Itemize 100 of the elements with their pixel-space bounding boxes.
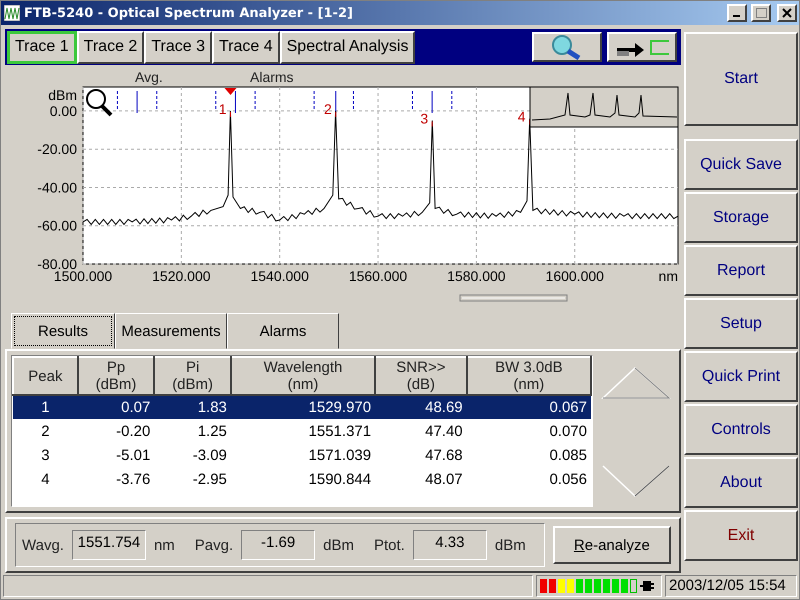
table-cell: 1.83	[154, 395, 231, 419]
summary-label: Wavg.	[22, 536, 64, 554]
marker-line	[432, 90, 433, 114]
marker-line	[215, 90, 216, 112]
summary-value: -1.69	[241, 530, 316, 560]
trace-tab[interactable]: Trace 1	[7, 30, 77, 64]
table-cell-text: 1590.844	[308, 470, 372, 490]
x-axis-unit: nm	[658, 268, 678, 284]
table-cell-text: 0.056	[548, 470, 588, 490]
window-title: FTB-5240 - Optical Spectrum Analyzer - [1-2]	[24, 6, 354, 20]
trace-tab[interactable]: Trace 3	[144, 30, 212, 64]
table-cell: 0.070	[466, 419, 591, 443]
column-header[interactable]: Peak	[13, 357, 78, 395]
table-cell-text: 4	[40, 470, 51, 490]
x-tick-label: 1560.000	[348, 268, 408, 284]
marker-line	[234, 90, 236, 114]
avg-label: Avg.	[135, 69, 163, 85]
side-button[interactable]: Setup	[684, 298, 798, 349]
close-button[interactable]	[777, 4, 797, 22]
y-axis-unit: dBm	[48, 87, 77, 103]
results-tab[interactable]: Results	[11, 313, 115, 349]
x-tick-label: 1580.000	[447, 268, 506, 284]
trace-tab[interactable]: Trace 2	[76, 30, 144, 64]
maximize-icon	[756, 8, 766, 18]
summary-label: Pavg.	[194, 536, 234, 554]
table-cell: 47.40	[375, 419, 467, 443]
x-tick-label: 1600.000	[546, 268, 604, 284]
marker-line	[412, 90, 413, 112]
zoom-icon[interactable]	[86, 89, 112, 116]
table-cell: -0.20	[78, 419, 154, 443]
marker-triangle-icon[interactable]	[224, 88, 237, 95]
minimize-button[interactable]	[727, 4, 747, 22]
x-tick-label: 1520.000	[152, 268, 211, 284]
export-button[interactable]	[607, 32, 677, 62]
table-cell: 0.067	[466, 395, 591, 419]
summary-value: 1551.754	[72, 530, 146, 560]
table-cell-text: -2.95	[192, 470, 228, 490]
peak-label: 3	[420, 110, 428, 126]
table-cell-text: -3.76	[115, 470, 152, 490]
side-button[interactable]: Quick Print	[684, 351, 798, 402]
side-button[interactable]: Quick Save	[684, 139, 798, 190]
alarms-label: Alarms	[250, 69, 294, 85]
marker-line	[116, 90, 118, 112]
table-cell: 1	[13, 395, 78, 419]
marker-line	[335, 90, 336, 114]
table-cell-text: 47.68	[424, 446, 464, 466]
y-tick-label: -60.00	[37, 218, 77, 234]
table-cell-text: 48.07	[424, 470, 464, 490]
table-cell-text: 0.085	[548, 446, 588, 466]
summary-label: Ptot.	[374, 536, 405, 554]
y-tick-label: -20.00	[37, 141, 77, 158]
overview-drawing[interactable]	[530, 86, 678, 128]
summary-unit: dBm	[494, 536, 526, 554]
y-tick-label: -40.00	[37, 179, 77, 196]
column-header[interactable]: Wavelength (nm)	[230, 357, 376, 395]
table-cell-text: 1571.039	[308, 446, 372, 466]
table-cell: 1.25	[154, 419, 231, 443]
table-cell: 1551.371	[230, 419, 376, 443]
date-time: 2003/12/05 15:54	[665, 575, 797, 597]
table-cell: 48.69	[375, 395, 467, 419]
close-icon	[782, 8, 792, 18]
side-button[interactable]: Start	[684, 32, 798, 126]
x-tick-label: 1540.000	[250, 268, 309, 284]
side-button[interactable]: Exit	[684, 510, 798, 561]
side-button[interactable]: Controls	[684, 404, 798, 455]
peak-label: 2	[324, 100, 332, 117]
marker-line	[352, 90, 354, 112]
table-cell: 0.07	[78, 395, 154, 419]
column-header[interactable]: Pp (dBm)	[78, 357, 154, 395]
maximize-button[interactable]	[751, 4, 771, 22]
trace-tab[interactable]: Spectral Analysis	[280, 30, 416, 64]
table-cell-text: -5.01	[115, 446, 152, 466]
marker-line	[156, 90, 158, 112]
table-cell-text: -3.09	[192, 446, 228, 466]
scrollbar-drawing[interactable]	[460, 294, 568, 302]
column-header[interactable]: SNR>> (dB)	[375, 357, 467, 395]
spectrum-app-icon	[4, 5, 20, 21]
results-tab[interactable]: Alarms	[227, 313, 339, 349]
table-cell: 2	[13, 419, 78, 443]
marker-line	[136, 90, 138, 114]
column-header[interactable]: BW 3.0dB (nm)	[466, 357, 591, 395]
summary-value: 4.33	[412, 530, 487, 560]
peak-label: 4	[518, 108, 526, 125]
column-header[interactable]: Pi (dBm)	[154, 357, 231, 395]
table-cell: 1529.970	[230, 395, 376, 419]
trace-tab[interactable]: Trace 4	[212, 30, 280, 64]
reanalyze-button[interactable]: Re-analyze	[552, 526, 671, 564]
table-cell-text: 3	[40, 446, 51, 466]
peak-label: 1	[218, 100, 227, 117]
results-tab[interactable]: Measurements	[115, 313, 227, 349]
side-button[interactable]: Storage	[684, 192, 798, 243]
marker-line	[451, 90, 452, 112]
side-button[interactable]: About	[684, 457, 798, 508]
marker-line	[254, 90, 256, 112]
y-tick-label: 0.00	[50, 102, 77, 119]
side-button[interactable]: Report	[684, 245, 798, 296]
marker-line	[314, 90, 315, 112]
zoom-button[interactable]	[532, 32, 602, 62]
summary-unit: dBm	[323, 536, 354, 554]
summary-unit: nm	[154, 536, 175, 554]
